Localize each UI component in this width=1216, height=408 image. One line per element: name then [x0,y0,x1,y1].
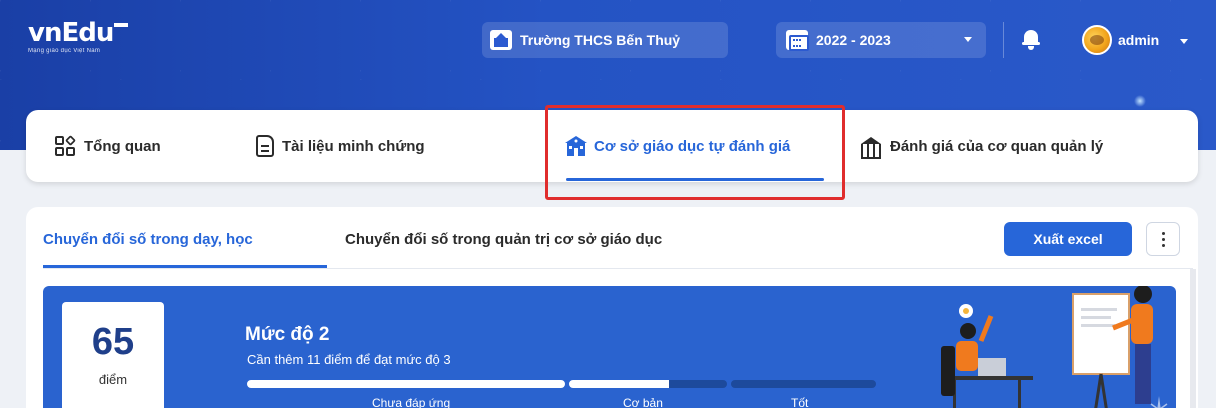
teaching-illustration [941,286,1168,408]
level-message: Cần thêm 11 điểm để đạt mức độ 3 [247,352,451,367]
level-title: Mức độ 2 [245,324,330,345]
school-year-value: 2022 - 2023 [816,32,891,48]
school-name: Trường THCS Bến Thuỷ [520,32,681,48]
avatar[interactable] [1082,25,1112,55]
score-value: 65 [91,321,135,363]
user-menu-chevron-icon[interactable] [1180,39,1188,44]
tab-management-assessment[interactable]: Đánh giá của cơ quan quản lý [860,110,1103,182]
grid-icon [54,135,76,157]
tab-overview[interactable]: Tổng quan [54,110,161,182]
subtab-divider [43,268,1193,269]
progress-label-basic: Cơ bản [623,396,663,408]
document-icon [256,135,274,157]
user-name[interactable]: admin [1118,32,1159,48]
chevron-down-icon [964,37,972,42]
score-banner: 65 điểm Mức độ 2 Cần thêm 11 điểm để đạt… [43,286,1176,408]
school-year-select[interactable]: 2022 - 2023 [776,22,986,58]
content-card: Chuyển đổi số trong dạy, học Chuyển đổi … [26,207,1198,408]
progress-label-not-met: Chưa đáp ứng [372,396,451,408]
tab-label: Tổng quan [84,137,161,155]
school-selector[interactable]: Trường THCS Bến Thuỷ [482,22,728,58]
logo-tagline: Mạng giáo dục Việt Nam [28,48,101,54]
calendar-icon [786,30,809,51]
export-excel-button[interactable]: Xuất excel [1004,222,1132,256]
header-divider [1003,22,1004,58]
subtab-teaching-learning[interactable]: Chuyển đổi số trong dạy, học [43,231,253,248]
score-unit: điểm [98,372,128,387]
logo-text: vnEdu [28,20,129,46]
tab-evidence-documents[interactable]: Tài liệu minh chứng [256,110,425,182]
header-glow [1134,95,1146,107]
progress-label-good: Tốt [791,396,809,408]
progress-segment-basic-remaining [669,380,727,388]
progress-segment-good [731,380,876,388]
scrollbar[interactable] [1190,269,1196,408]
vnedu-logo[interactable]: vnEdu Mạng giáo dục Việt Nam [28,20,129,54]
highlight-annotation-box [545,105,845,200]
progress-segment-not-met [247,380,565,388]
tab-label: Đánh giá của cơ quan quản lý [890,137,1104,155]
more-options-button[interactable] [1146,222,1180,256]
score-box: 65 điểm [62,302,164,408]
school-icon [490,30,512,50]
subtab-management[interactable]: Chuyển đổi số trong quản trị cơ sở giáo … [345,231,662,248]
notification-bell-icon[interactable] [1022,27,1040,51]
bank-icon [860,135,882,159]
tab-label: Tài liệu minh chứng [282,137,425,155]
progress-segment-basic-filled [569,380,669,388]
